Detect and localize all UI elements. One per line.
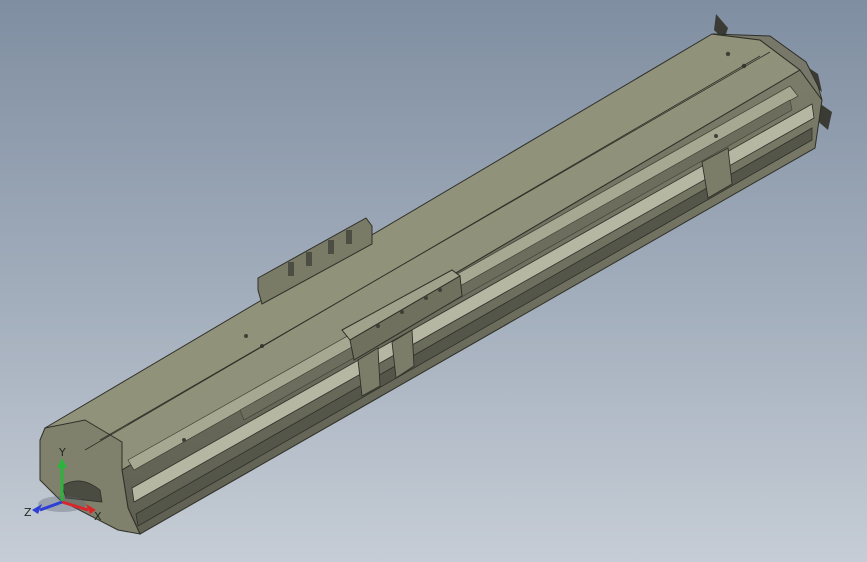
triad-z-label: Z	[24, 506, 32, 519]
top-channel	[127, 85, 799, 471]
triad-y-label: Y	[58, 446, 66, 459]
graphics-viewport[interactable]: Y X Z	[0, 0, 867, 562]
linear-actuator-model[interactable]	[0, 0, 867, 562]
triad-y-arrow	[57, 458, 67, 468]
triad-x-label: X	[94, 510, 102, 523]
orientation-triad[interactable]: Y X Z	[20, 446, 110, 526]
beam-top-face	[43, 33, 801, 471]
